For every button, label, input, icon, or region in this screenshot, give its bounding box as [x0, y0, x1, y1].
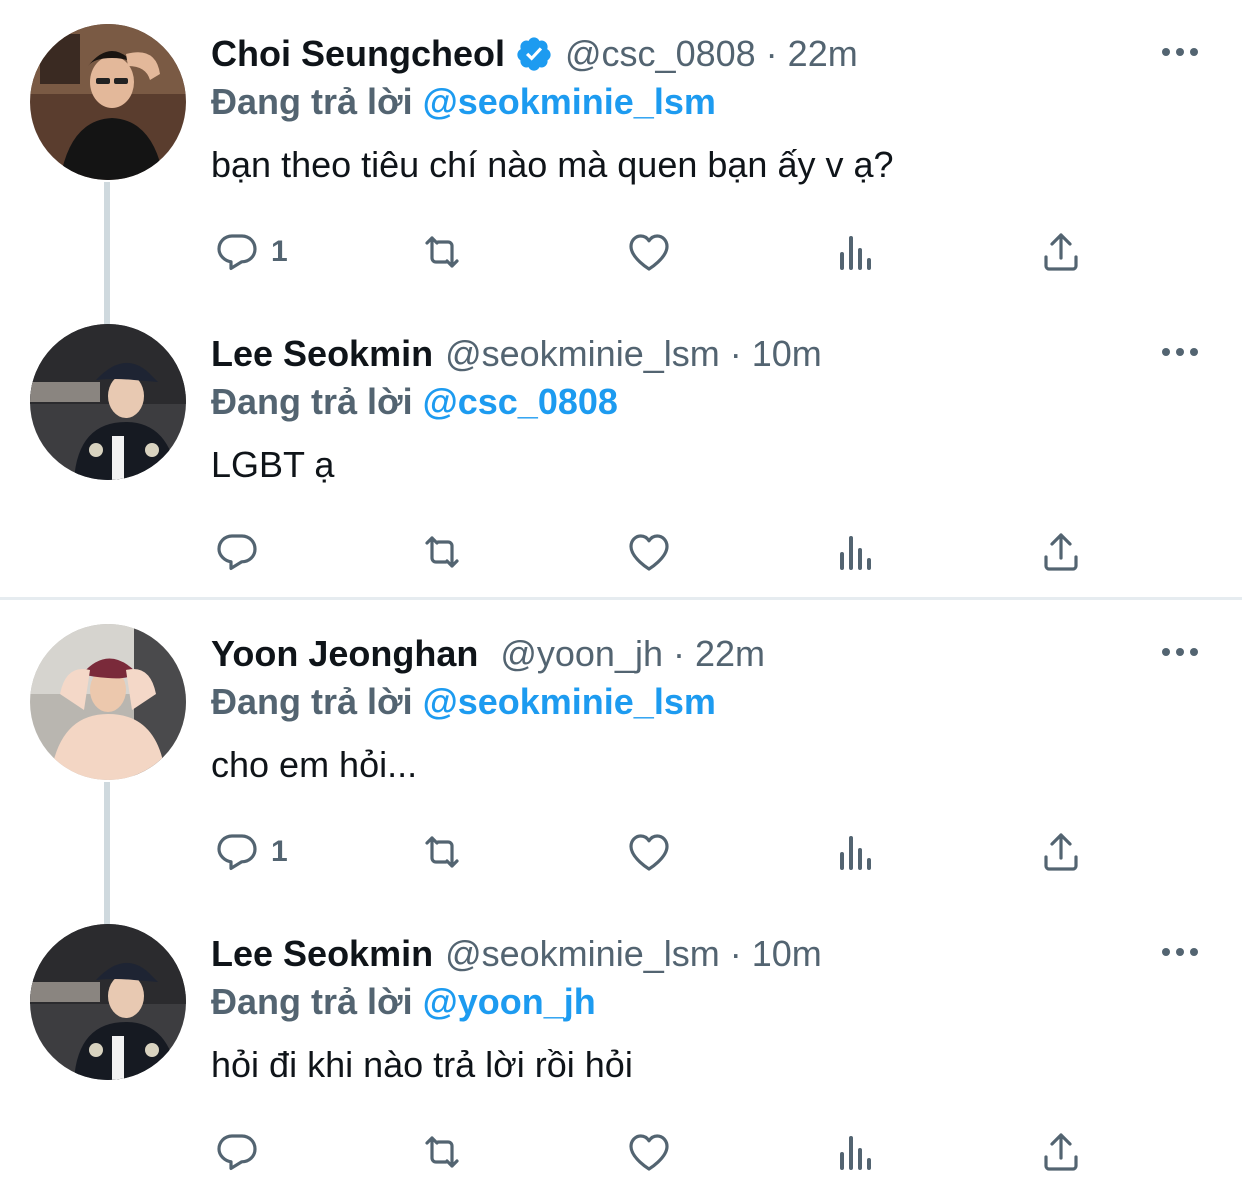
reply-icon	[217, 834, 257, 870]
more-icon[interactable]	[1160, 344, 1200, 360]
conversation-divider	[0, 597, 1242, 600]
replying-label: Đang trả lời	[211, 381, 413, 422]
avatar[interactable]	[30, 24, 186, 180]
display-name[interactable]: Choi Seungcheol	[211, 30, 505, 78]
replying-to: Đang trả lời @seokminie_lsm	[211, 678, 716, 726]
reply-button[interactable]	[213, 522, 261, 582]
views-button[interactable]	[832, 822, 880, 882]
mention-link[interactable]: @seokminie_lsm	[423, 681, 716, 722]
like-button[interactable]	[625, 1122, 673, 1182]
retweet-button[interactable]	[418, 222, 466, 282]
action-bar	[0, 1122, 1242, 1182]
tweet-text: bạn theo tiêu chí nào mà quen bạn ấy v ạ…	[211, 144, 894, 185]
retweet-icon	[425, 536, 459, 568]
like-icon	[629, 534, 669, 571]
display-name[interactable]: Lee Seokmin	[211, 330, 433, 378]
views-button[interactable]	[832, 222, 880, 282]
separator-dot: ·	[729, 933, 742, 974]
replying-to: Đang trả lời @seokminie_lsm	[211, 78, 716, 126]
retweet-button[interactable]	[418, 1122, 466, 1182]
reply-button[interactable]: 1	[213, 822, 288, 882]
like-button[interactable]	[625, 822, 673, 882]
action-bar: 1	[0, 822, 1242, 882]
share-icon	[1044, 833, 1078, 871]
share-button[interactable]	[1037, 522, 1085, 582]
reply-icon	[217, 1134, 257, 1170]
retweet-icon	[425, 836, 459, 868]
reply-count: 1	[271, 835, 288, 868]
timestamp[interactable]: 10m	[752, 930, 822, 978]
tweet-text: hỏi đi khi nào trả lời rồi hỏi	[211, 1044, 633, 1085]
replying-label: Đang trả lời	[211, 81, 413, 122]
views-button[interactable]	[832, 1122, 880, 1182]
more-icon[interactable]	[1160, 644, 1200, 660]
reply-icon	[217, 234, 257, 270]
handle[interactable]: @csc_0808	[565, 30, 756, 78]
timestamp[interactable]: 10m	[752, 330, 822, 378]
action-bar: 1	[0, 222, 1242, 282]
share-button[interactable]	[1037, 822, 1085, 882]
reply-button[interactable]: 1	[213, 222, 288, 282]
verified-badge-icon	[515, 35, 553, 73]
like-button[interactable]	[625, 522, 673, 582]
replying-label: Đang trả lời	[211, 681, 413, 722]
replying-to: Đang trả lời @yoon_jh	[211, 978, 596, 1026]
display-name[interactable]: Yoon Jeonghan	[211, 630, 478, 678]
avatar[interactable]	[30, 624, 186, 780]
timestamp[interactable]: 22m	[695, 630, 765, 678]
more-icon[interactable]	[1160, 944, 1200, 960]
separator-dot: ·	[729, 333, 742, 374]
reply-icon	[217, 534, 257, 570]
more-icon[interactable]	[1160, 44, 1200, 60]
share-button[interactable]	[1037, 222, 1085, 282]
like-icon	[629, 1134, 669, 1171]
mention-link[interactable]: @yoon_jh	[423, 981, 596, 1022]
replying-label: Đang trả lời	[211, 981, 413, 1022]
handle[interactable]: @yoon_jh	[500, 630, 663, 678]
action-bar	[0, 522, 1242, 582]
like-icon	[629, 834, 669, 871]
separator-dot: ·	[765, 33, 778, 74]
views-icon	[840, 836, 871, 870]
share-button[interactable]	[1037, 1122, 1085, 1182]
views-icon	[840, 236, 871, 270]
tweet-text: LGBT ạ	[211, 444, 335, 485]
mention-link[interactable]: @csc_0808	[423, 381, 618, 422]
views-icon	[840, 536, 871, 570]
timestamp[interactable]: 22m	[788, 30, 858, 78]
retweet-button[interactable]	[418, 822, 466, 882]
display-name[interactable]: Lee Seokmin	[211, 930, 433, 978]
share-icon	[1044, 533, 1078, 571]
views-icon	[840, 1136, 871, 1170]
views-button[interactable]	[832, 522, 880, 582]
like-button[interactable]	[625, 222, 673, 282]
share-icon	[1044, 1133, 1078, 1171]
retweet-icon	[425, 236, 459, 268]
share-icon	[1044, 233, 1078, 271]
reply-count: 1	[271, 235, 288, 268]
separator-dot: ·	[672, 633, 685, 674]
avatar[interactable]	[30, 924, 186, 1080]
like-icon	[629, 234, 669, 271]
retweet-button[interactable]	[418, 522, 466, 582]
handle[interactable]: @seokminie_lsm	[445, 330, 720, 378]
avatar[interactable]	[30, 324, 186, 480]
replying-to: Đang trả lời @csc_0808	[211, 378, 618, 426]
handle[interactable]: @seokminie_lsm	[445, 930, 720, 978]
retweet-icon	[425, 1136, 459, 1168]
reply-button[interactable]	[213, 1122, 261, 1182]
tweet-text: cho em hỏi...	[211, 744, 418, 785]
mention-link[interactable]: @seokminie_lsm	[423, 81, 716, 122]
